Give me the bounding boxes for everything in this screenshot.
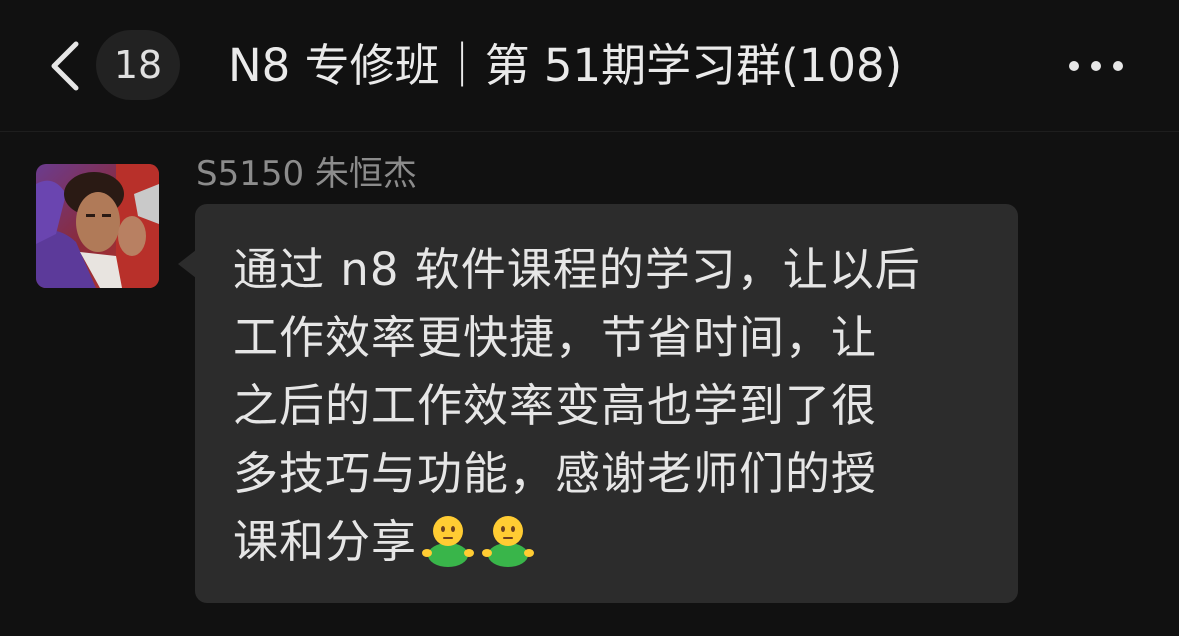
more-dots-icon[interactable] bbox=[1060, 44, 1132, 88]
sender-name: S5150 朱恒杰 bbox=[196, 154, 417, 194]
message-line-text: 课和分享 bbox=[233, 515, 418, 568]
message-line: 通过 n8 软件课程的学习，让以后 bbox=[233, 243, 921, 296]
message-line: 之后的工作效率变高也学到了很 bbox=[233, 379, 878, 432]
message-text: 通过 n8 软件课程的学习，让以后 工作效率更快捷，节省时间，让 之后的工作效率… bbox=[233, 236, 993, 576]
chat-header: 18 N8 专修班｜第 51期学习群(108) bbox=[0, 0, 1179, 132]
chevron-left-icon[interactable] bbox=[46, 38, 86, 94]
bubble-tail bbox=[178, 250, 196, 278]
sender-avatar[interactable] bbox=[36, 164, 159, 288]
message-line-last: 课和分享 bbox=[233, 508, 993, 576]
unread-count-badge[interactable]: 18 bbox=[96, 30, 180, 100]
person-shrugging-emoji bbox=[482, 516, 535, 567]
user-avatar-photo bbox=[36, 164, 159, 288]
chat-title: N8 专修班｜第 51期学习群(108) bbox=[228, 39, 903, 92]
person-shrugging-emoji bbox=[422, 516, 475, 567]
message-line: 多技巧与功能，感谢老师们的授 bbox=[233, 447, 878, 500]
message-line: 工作效率更快捷，节省时间，让 bbox=[233, 311, 878, 364]
